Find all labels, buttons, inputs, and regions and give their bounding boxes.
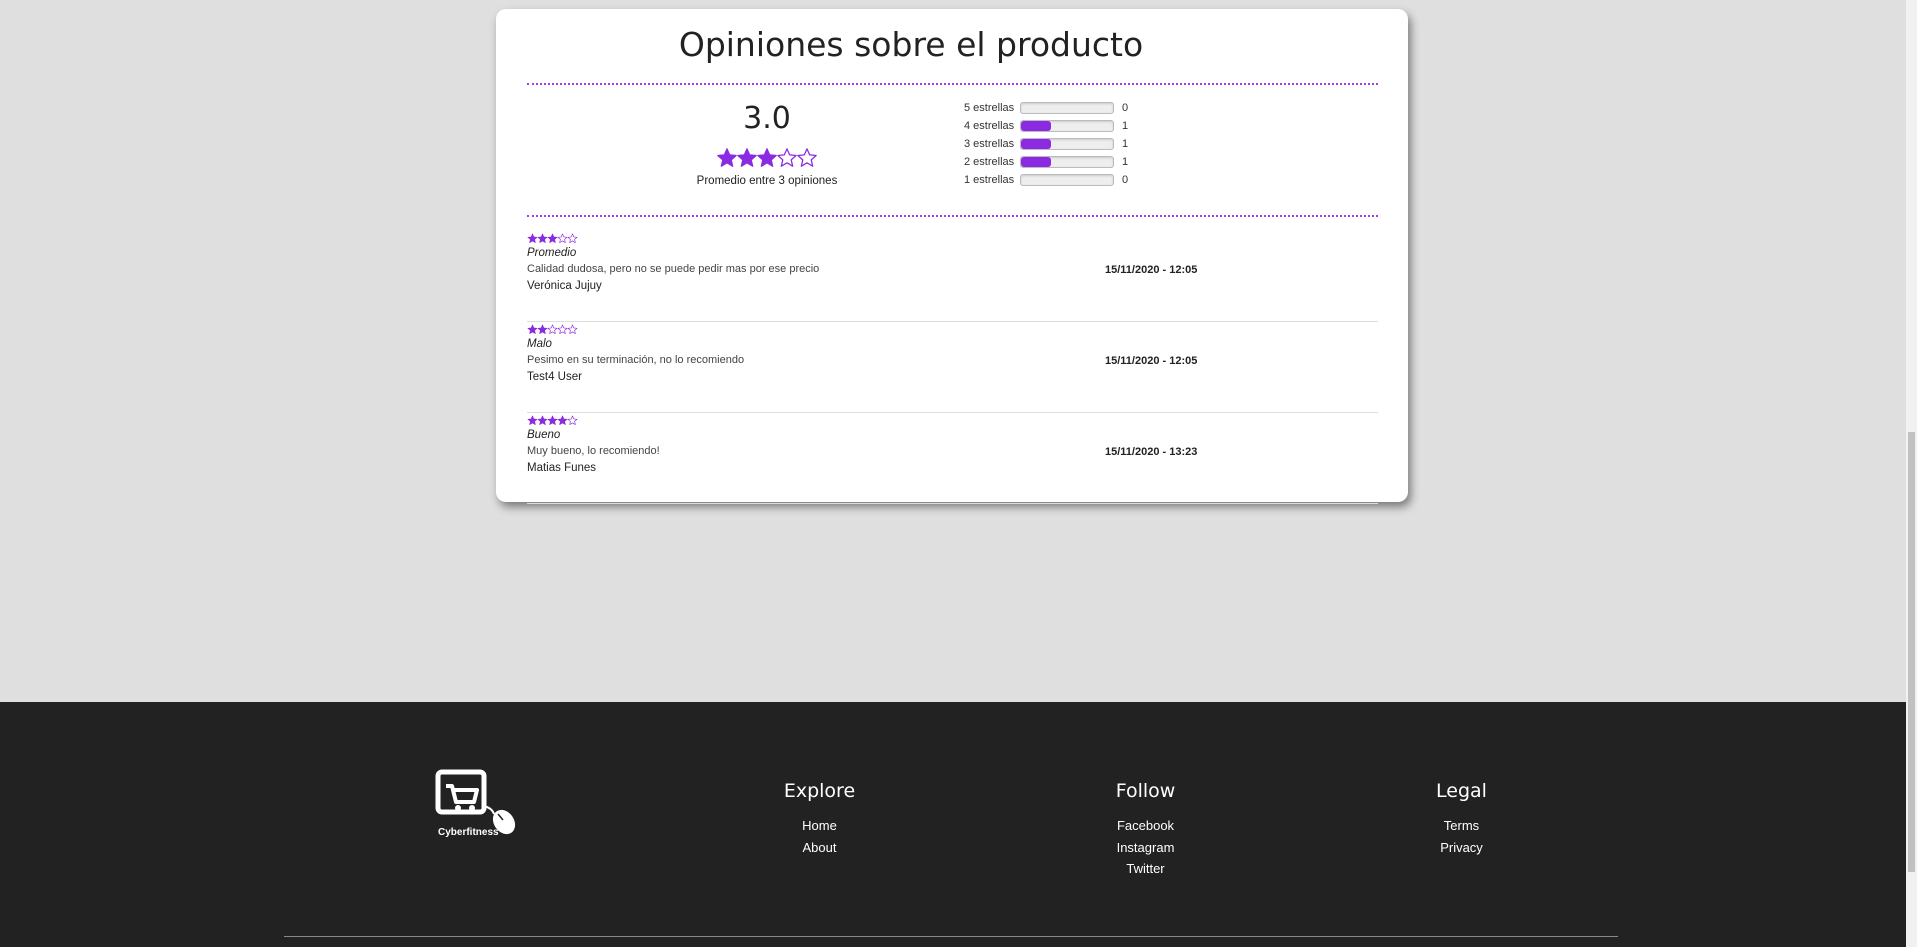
- star-empty-icon: [797, 148, 817, 167]
- average-rating-value: 3.0: [743, 101, 791, 136]
- distribution-row: 5 estrellas 0: [964, 99, 1184, 117]
- distribution-row: 4 estrellas 1: [964, 117, 1184, 135]
- footer-link-instagram[interactable]: Instagram: [1094, 837, 1197, 859]
- distribution-label: 4 estrellas: [964, 120, 1015, 132]
- footer-heading: Legal: [1436, 780, 1487, 802]
- distribution-label: 2 estrellas: [964, 156, 1015, 168]
- footer-column-follow: Follow Facebook Instagram Twitter: [1094, 780, 1197, 880]
- reviews-title: Opiniones sobre el producto: [678, 25, 1144, 64]
- distribution-label: 1 estrellas: [964, 174, 1015, 186]
- review-text: Muy bueno, lo recomiendo!: [527, 445, 660, 457]
- review-date: 15/11/2020 - 12:05: [1105, 264, 1198, 276]
- distribution-bar: [1020, 120, 1114, 132]
- review-item: Promedio Calidad dudosa, pero no se pued…: [527, 231, 1378, 322]
- distribution-fill: [1021, 121, 1052, 131]
- review-title: Promedio: [527, 247, 577, 259]
- distribution-label: 5 estrellas: [964, 102, 1015, 114]
- star-filled-icon: [757, 148, 777, 167]
- distribution-count: 0: [1122, 102, 1129, 114]
- distribution-count: 1: [1122, 156, 1129, 168]
- footer-heading: Follow: [1115, 780, 1176, 802]
- review-stars: [527, 413, 578, 427]
- footer-link-about[interactable]: About: [768, 837, 871, 859]
- star-empty-icon: [567, 233, 578, 243]
- distribution-bar: [1020, 138, 1114, 150]
- footer-heading: Explore: [783, 780, 856, 802]
- divider: [527, 215, 1378, 217]
- star-empty-icon: [777, 148, 797, 167]
- footer-link-privacy[interactable]: Privacy: [1410, 837, 1513, 859]
- review-author: Matias Funes: [527, 462, 597, 474]
- review-date: 15/11/2020 - 12:05: [1105, 355, 1198, 367]
- distribution-row: 1 estrellas 0: [964, 171, 1184, 189]
- average-caption: Promedio entre 3 opiniones: [696, 175, 838, 187]
- rating-distribution: 5 estrellas 0 4 estrellas 1 3 estrellas …: [964, 99, 1184, 189]
- distribution-count: 1: [1122, 138, 1129, 150]
- distribution-row: 3 estrellas 1: [964, 135, 1184, 153]
- review-title: Bueno: [527, 429, 561, 441]
- footer-divider: [284, 936, 1618, 937]
- scrollbar-thumb[interactable]: [1908, 432, 1915, 872]
- review-author: Verónica Jujuy: [527, 280, 602, 292]
- review-title: Malo: [527, 338, 552, 350]
- review-list: Promedio Calidad dudosa, pero no se pued…: [527, 231, 1378, 504]
- review-item: Bueno Muy bueno, lo recomiendo! Matias F…: [527, 413, 1378, 504]
- distribution-count: 0: [1122, 174, 1129, 186]
- footer-link-home[interactable]: Home: [768, 815, 871, 837]
- distribution-row: 2 estrellas 1: [964, 153, 1184, 171]
- site-footer: [0, 702, 1906, 947]
- reviews-card: Opiniones sobre el producto 3.0 Promedio…: [496, 9, 1408, 504]
- review-stars: [527, 322, 578, 336]
- distribution-bar: [1020, 174, 1114, 186]
- distribution-fill: [1021, 139, 1052, 149]
- review-date: 15/11/2020 - 13:23: [1105, 446, 1198, 458]
- review-text: Pesimo en su terminación, no lo recomien…: [527, 354, 745, 366]
- review-item: Malo Pesimo en su terminación, no lo rec…: [527, 322, 1378, 413]
- distribution-label: 3 estrellas: [964, 138, 1015, 150]
- average-rating-block: 3.0 Promedio entre 3 opiniones: [646, 97, 888, 187]
- footer-link-terms[interactable]: Terms: [1410, 815, 1513, 837]
- review-author: Test4 User: [527, 371, 582, 383]
- star-empty-icon: [567, 415, 578, 425]
- review-text: Calidad dudosa, pero no se puede pedir m…: [527, 263, 820, 275]
- distribution-fill: [1021, 157, 1052, 167]
- footer-link-facebook[interactable]: Facebook: [1094, 815, 1197, 837]
- distribution-count: 1: [1122, 120, 1129, 132]
- star-empty-icon: [567, 324, 578, 334]
- brand-name: Cyberfitness: [438, 827, 499, 838]
- footer-link-twitter[interactable]: Twitter: [1094, 858, 1197, 880]
- star-filled-icon: [737, 148, 757, 167]
- review-stars: [527, 231, 578, 245]
- distribution-bar: [1020, 156, 1114, 168]
- average-stars: [646, 147, 888, 175]
- divider: [527, 83, 1378, 85]
- distribution-bar: [1020, 102, 1114, 114]
- footer-column-legal: Legal Terms Privacy: [1410, 780, 1513, 858]
- star-filled-icon: [717, 148, 737, 167]
- footer-column-explore: Explore Home About: [768, 780, 871, 858]
- scrollbar[interactable]: [1906, 0, 1917, 947]
